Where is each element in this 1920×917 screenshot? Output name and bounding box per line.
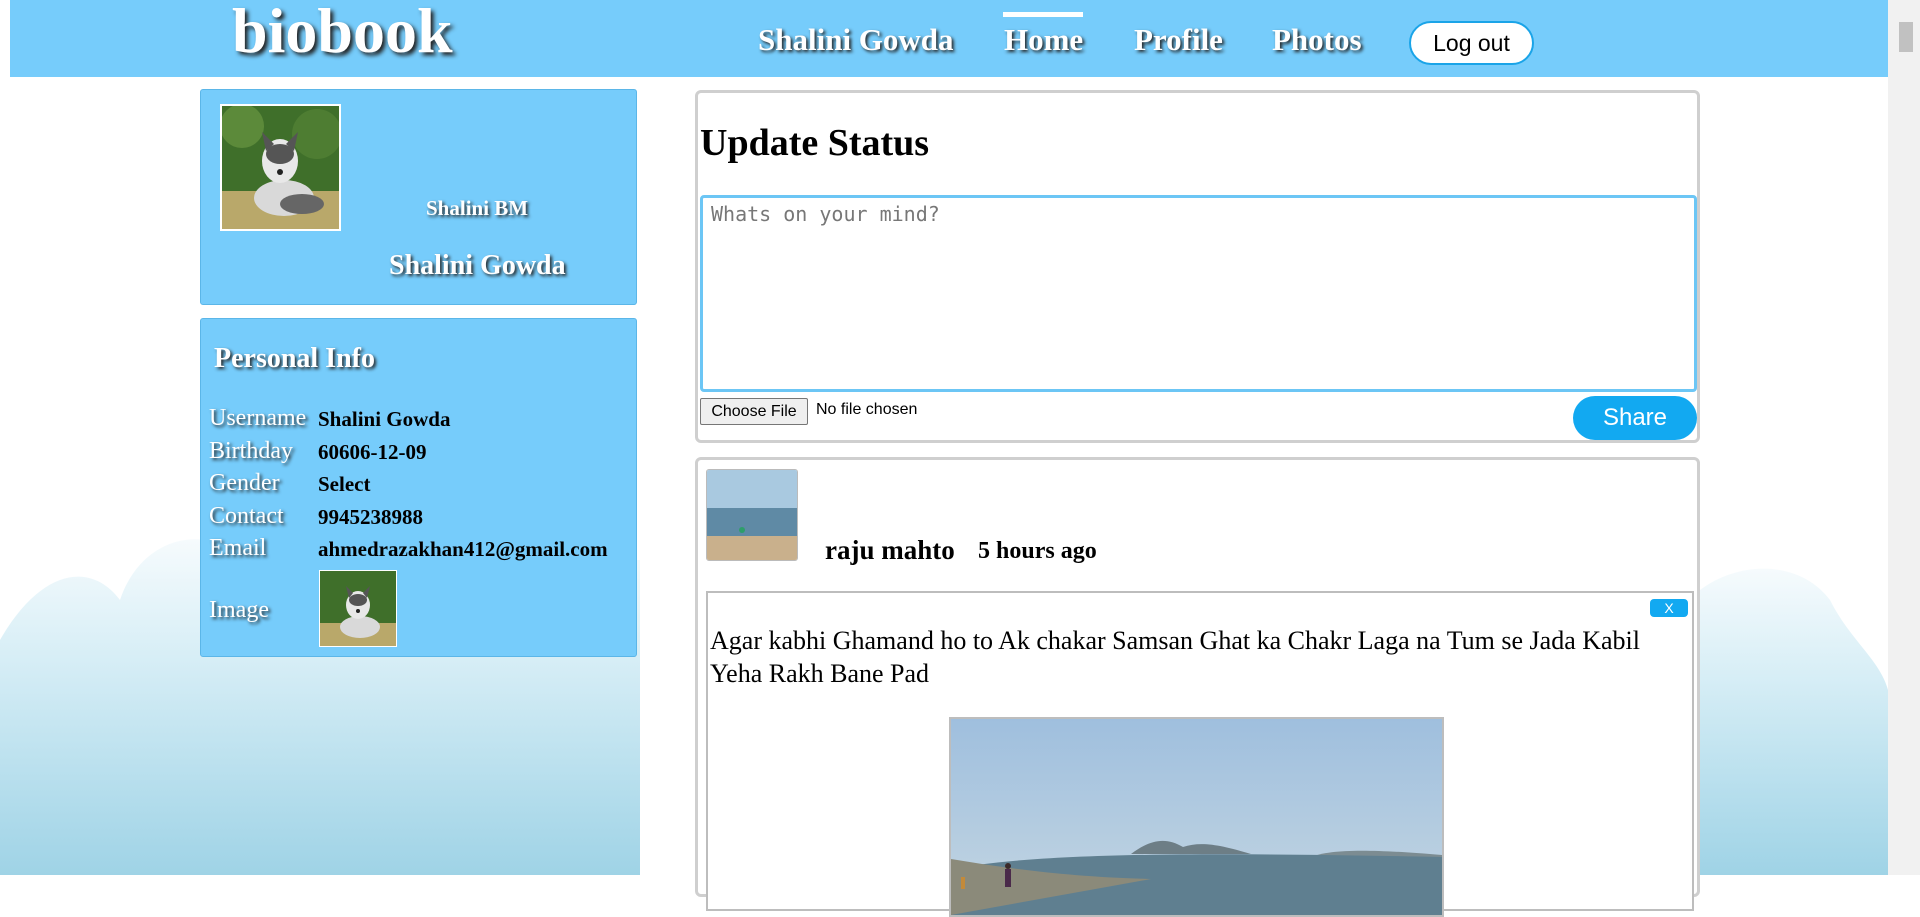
personal-info-title: Personal Info (214, 343, 375, 374)
personal-info-card: Personal Info Username Shalini Gowda Bir… (200, 318, 637, 657)
nav-profile[interactable]: Profile (1134, 22, 1223, 58)
close-post-button[interactable]: X (1650, 599, 1688, 617)
info-label-birthday: Birthday (209, 438, 293, 464)
top-navbar: biobook Shalini Gowda Home Profile Photo… (10, 0, 1890, 77)
info-label-email: Email (209, 535, 267, 561)
nav-home[interactable]: Home (1004, 22, 1083, 58)
update-status-title: Update Status (700, 122, 930, 164)
vertical-scrollbar[interactable] (1888, 0, 1920, 875)
info-label-username: Username (209, 405, 307, 431)
info-label-contact: Contact (209, 503, 284, 529)
post-card: raju mahto 5 hours ago X Agar kabhi Gham… (695, 457, 1700, 917)
share-button[interactable]: Share (1573, 396, 1697, 440)
lake-avatar-photo (707, 470, 797, 560)
logout-button[interactable]: Log out (1409, 21, 1534, 65)
post-timestamp: 5 hours ago (978, 538, 1097, 564)
info-value-gender: Select (318, 472, 371, 496)
status-textarea[interactable] (700, 195, 1697, 392)
file-status-text: No file chosen (816, 401, 918, 418)
husky-photo (222, 106, 339, 229)
post-image[interactable] (949, 717, 1444, 917)
profile-card: Shalini BM Shalini Gowda (200, 89, 637, 305)
info-label-image: Image (209, 597, 269, 623)
post-content: X Agar kabhi Ghamand ho to Ak chakar Sam… (706, 591, 1694, 917)
info-value-email: ahmedrazakhan412@gmail.com (318, 537, 608, 561)
profile-username: Shalini BM (426, 196, 529, 220)
info-label-gender: Gender (209, 470, 280, 496)
choose-file-button[interactable]: Choose File (700, 398, 808, 425)
profile-avatar[interactable] (220, 104, 341, 231)
profile-full-name: Shalini Gowda (389, 250, 566, 281)
lake-photo (951, 719, 1442, 915)
info-value-birthday: 60606-12-09 (318, 440, 427, 464)
info-profile-image[interactable] (319, 570, 397, 647)
update-status-card: Update Status Choose File No file chosen… (695, 90, 1700, 443)
nav-photos[interactable]: Photos (1272, 22, 1362, 58)
post-text: Agar kabhi Ghamand ho to Ak chakar Samsa… (710, 626, 1641, 688)
husky-thumbnail (320, 571, 396, 646)
nav-user-name[interactable]: Shalini Gowda (758, 22, 954, 58)
scrollbar-thumb[interactable] (1899, 22, 1913, 52)
post-author-avatar[interactable] (706, 469, 798, 561)
info-value-username: Shalini Gowda (318, 407, 451, 431)
active-nav-indicator (1003, 12, 1083, 17)
site-logo[interactable]: biobook (232, 0, 453, 68)
post-author-name[interactable]: raju mahto (825, 535, 955, 566)
info-value-contact: 9945238988 (318, 505, 423, 529)
